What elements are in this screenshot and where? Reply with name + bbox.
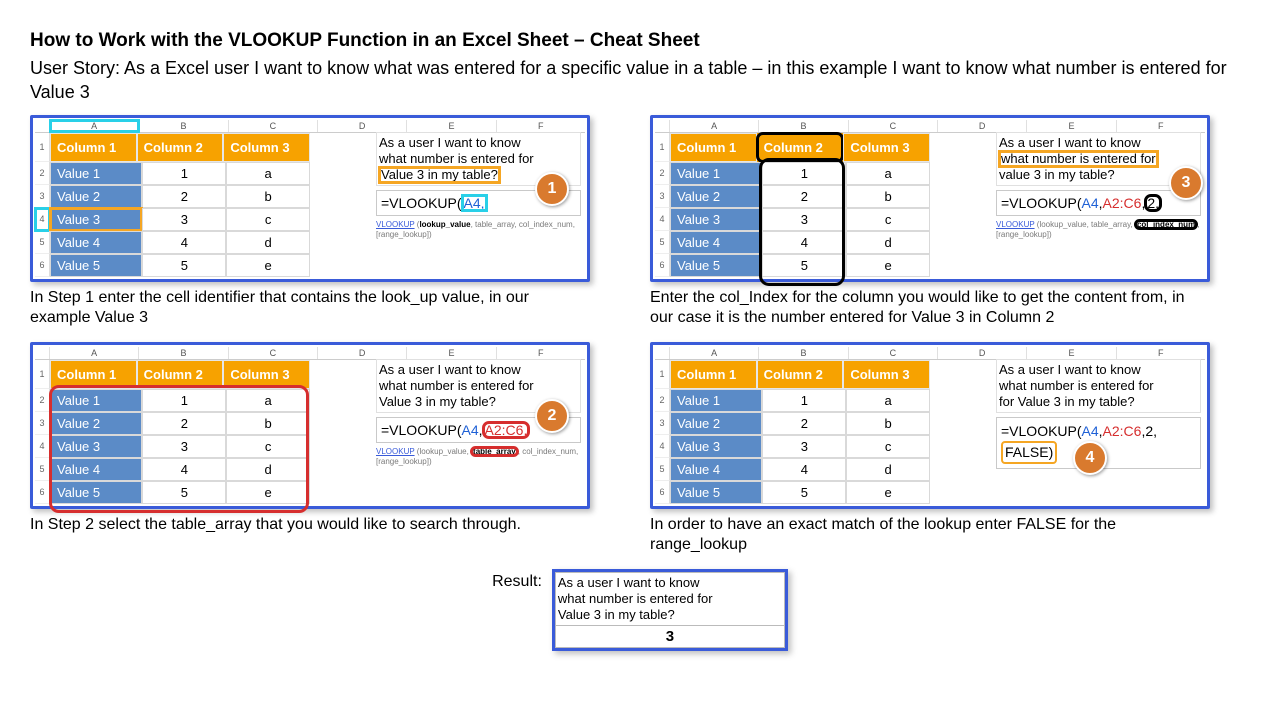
- result-value: 3: [555, 626, 785, 648]
- table-header: Column 1Column 2Column 3: [50, 360, 310, 389]
- result-panel: As a user I want to know what number is …: [552, 569, 788, 652]
- table-row: Value 55e: [50, 254, 310, 277]
- table-row: Value 33c: [670, 435, 930, 458]
- formula-hint: VLOOKUP (lookup_value, table_array, col_…: [376, 220, 581, 239]
- step-badge-2: 2: [535, 399, 569, 433]
- step1-panel: ABCDEF 1 Column 1Column 2Column 3 2Value…: [30, 115, 590, 282]
- result-label: Result:: [492, 569, 542, 591]
- page-title: How to Work with the VLOOKUP Function in…: [30, 30, 1250, 52]
- table-row: Value 55e: [50, 481, 310, 504]
- table-row: Value 11a: [50, 389, 310, 412]
- formula-hint: VLOOKUP (lookup_value, table_array, col_…: [376, 447, 581, 466]
- step3-caption: Enter the col_Index for the column you w…: [650, 288, 1210, 328]
- step2-panel: ABCDEF 1Column 1Column 2Column 3 2Value …: [30, 342, 590, 509]
- step1-caption: In Step 1 enter the cell identifier that…: [30, 288, 590, 328]
- table-row: Value 33c: [50, 208, 310, 231]
- table-row: Value 22b: [50, 412, 310, 435]
- table-row: Value 11a: [670, 162, 930, 185]
- note-text: As a user I want to know what number is …: [996, 359, 1201, 414]
- table-row: Value 22b: [670, 412, 930, 435]
- table-row: Value 22b: [670, 185, 930, 208]
- table-row: Value 33c: [50, 435, 310, 458]
- table-row: Value 44d: [670, 458, 930, 481]
- table-row: Value 44d: [50, 458, 310, 481]
- step4-caption: In order to have an exact match of the l…: [650, 515, 1210, 555]
- table-row: Value 11a: [50, 162, 310, 185]
- table-row: Value 33c: [670, 208, 930, 231]
- table-header: Column 1Column 2Column 3: [50, 133, 310, 162]
- table-header: Column 1Column 2Column 3: [670, 133, 930, 162]
- table-row: Value 22b: [50, 185, 310, 208]
- step3-panel: ABCDEF 1Column 1Column 2Column 3 2Value …: [650, 115, 1210, 282]
- formula-hint: VLOOKUP (lookup_value, table_array, col_…: [996, 220, 1201, 239]
- table-header: Column 1Column 2Column 3: [670, 360, 930, 389]
- step-badge-1: 1: [535, 172, 569, 206]
- table-row: Value 55e: [670, 481, 930, 504]
- table-row: Value 55e: [670, 254, 930, 277]
- table-row: Value 44d: [670, 231, 930, 254]
- step-badge-4: 4: [1073, 441, 1107, 475]
- step2-caption: In Step 2 select the table_array that yo…: [30, 515, 590, 535]
- table-row: Value 11a: [670, 389, 930, 412]
- formula-step3: =VLOOKUP(A4,A2:C6,2,: [996, 190, 1201, 216]
- result-note: As a user I want to know what number is …: [555, 572, 785, 627]
- user-story: User Story: As a Excel user I want to kn…: [30, 56, 1250, 105]
- step-badge-3: 3: [1169, 166, 1203, 200]
- table-row: Value 44d: [50, 231, 310, 254]
- step4-panel: ABCDEF 1Column 1Column 2Column 3 2Value …: [650, 342, 1210, 509]
